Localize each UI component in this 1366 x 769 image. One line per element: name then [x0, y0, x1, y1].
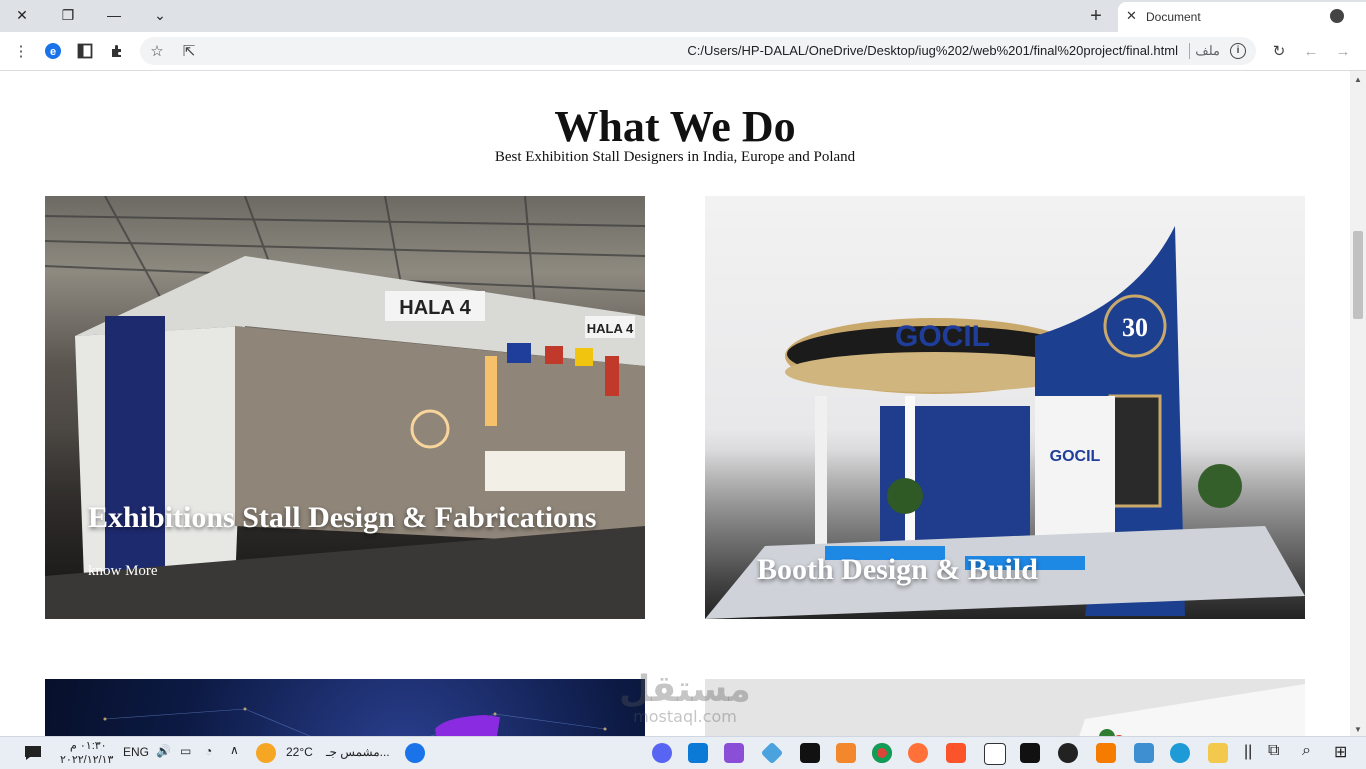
extension-logo-icon[interactable]: e: [42, 40, 64, 62]
bookmark-star-icon[interactable]: ☆: [146, 40, 168, 62]
volume-icon[interactable]: 🔊: [156, 744, 171, 758]
network-globe-image: [103, 707, 607, 736]
section-subheading: Best Exhibition Stall Designers in India…: [494, 149, 856, 165]
xm-app-icon[interactable]: [1020, 743, 1040, 763]
weather-description[interactable]: مشمس جـ...: [326, 745, 390, 759]
info-icon[interactable]: i: [1230, 43, 1246, 59]
service-card-booth[interactable]: GOCIL 30 GOCIL Booth Design & Build: [705, 196, 1305, 619]
tab-search-chevron-icon[interactable]: ⌄: [138, 0, 182, 30]
task-view-icon[interactable]: ⧉: [1268, 742, 1279, 760]
sidebar-icon[interactable]: [74, 40, 96, 62]
obs-icon[interactable]: [1058, 743, 1078, 763]
close-window-icon[interactable]: ✕: [0, 0, 44, 30]
task-view-divider-icon: ||: [1244, 743, 1253, 760]
scroll-thumb[interactable]: [1353, 231, 1363, 319]
service-card-digital[interactable]: [45, 679, 645, 736]
monitor-icon[interactable]: [1134, 743, 1154, 763]
section-heading: What We Do: [554, 102, 796, 151]
svg-text:HALA 4: HALA 4: [587, 321, 634, 336]
svg-text:e: e: [50, 46, 56, 58]
card-title: Booth Design & Build: [757, 553, 1038, 586]
start-menu-icon[interactable]: ⊞: [1334, 742, 1347, 762]
card-title: Exhibitions Stall Design & Fabrications: [88, 501, 597, 534]
battery-icon[interactable]: ▭: [180, 744, 191, 758]
globe-icon: [1330, 9, 1344, 23]
svg-text:GOCIL: GOCIL: [895, 320, 990, 353]
service-card-print[interactable]: [705, 679, 1305, 736]
notifications-icon[interactable]: [22, 742, 44, 764]
clock-date[interactable]: ٢٠٢٢/١٢/١٣: [60, 753, 113, 766]
exhibition-hall-image: HALA 4 HALA 4: [45, 196, 645, 619]
service-card-exhibitions[interactable]: HALA 4 HALA 4 Exhibitions Stall Design &…: [45, 196, 645, 619]
language-indicator[interactable]: ENG: [123, 745, 149, 759]
tray-chevron-up-icon[interactable]: ∧: [230, 743, 239, 757]
watermark-arabic: مستقل: [619, 669, 751, 710]
sublime-icon[interactable]: [836, 743, 856, 763]
visual-studio-icon[interactable]: [724, 743, 744, 763]
bing-icon[interactable]: [984, 743, 1006, 765]
reload-icon[interactable]: ↻: [1268, 40, 1290, 62]
tab-document[interactable]: ✕ Document: [1118, 2, 1366, 32]
firefox-icon[interactable]: [908, 743, 928, 763]
file-explorer-icon[interactable]: [1208, 743, 1228, 763]
forward-arrow-icon[interactable]: →: [1332, 40, 1354, 62]
chrome-icon[interactable]: [872, 743, 892, 763]
weather-sun-icon[interactable]: [256, 743, 276, 763]
wifi-icon[interactable]: ◔: [205, 744, 212, 758]
svg-text:HALA 4: HALA 4: [399, 297, 471, 319]
app-cube-icon[interactable]: [760, 741, 784, 765]
brave-icon[interactable]: [946, 743, 966, 763]
scroll-down-arrow-icon[interactable]: ▼: [1354, 725, 1362, 734]
tab-strip: ✕ ❐ — ⌄ + ✕ Document: [0, 0, 1366, 32]
search-icon[interactable]: ⌕: [1302, 742, 1311, 760]
scroll-up-arrow-icon[interactable]: ▲: [1354, 75, 1362, 84]
edge-icon[interactable]: [1170, 743, 1190, 763]
svg-text:GOCIL: GOCIL: [1050, 448, 1101, 465]
page-viewport: What We Do Best Exhibition Stall Designe…: [0, 71, 1350, 736]
extensions-puzzle-icon[interactable]: [106, 40, 128, 62]
site-info-label[interactable]: ملف: [1195, 43, 1220, 59]
svg-text:30: 30: [1122, 313, 1148, 342]
discord-icon[interactable]: [652, 743, 672, 763]
xampp-icon[interactable]: [1096, 743, 1116, 763]
page-scrollbar[interactable]: ▲ ▼: [1350, 71, 1366, 736]
menu-kebab-icon[interactable]: ⋮: [10, 40, 32, 62]
back-arrow-icon[interactable]: ←: [1300, 40, 1322, 62]
know-more-link[interactable]: know More: [88, 563, 158, 580]
watermark: مستقل mostaql.com: [600, 672, 770, 726]
temperature[interactable]: 22°C: [286, 745, 313, 759]
tab-close-icon[interactable]: ✕: [1126, 8, 1137, 24]
browser-toolbar: ⋮ e ☆ ⇱ C:/Users/HP-DALAL/OneDrive/Deskt…: [0, 32, 1366, 71]
windows-taskbar: ٠١:٣٠ م ٢٠٢٢/١٢/١٣ ENG 🔊 ▭ ◔ ∧ 22°C مشمس…: [0, 736, 1366, 769]
print-material-image: [1079, 684, 1305, 736]
share-icon[interactable]: ⇱: [178, 40, 200, 62]
url-text[interactable]: C:/Users/HP-DALAL/OneDrive/Desktop/iug%2…: [687, 43, 1178, 58]
address-bar[interactable]: ☆ ⇱ C:/Users/HP-DALAL/OneDrive/Desktop/i…: [140, 37, 1256, 65]
vscode-icon[interactable]: [688, 743, 708, 763]
intellij-icon[interactable]: [800, 743, 820, 763]
help-icon[interactable]: [405, 743, 425, 763]
omnibox-divider: [1189, 43, 1190, 59]
tab-title: Document: [1146, 10, 1201, 24]
watermark-latin: mostaql.com: [633, 707, 737, 726]
restore-window-icon[interactable]: ❐: [46, 0, 90, 30]
clock-time[interactable]: ٠١:٣٠ م: [70, 739, 107, 752]
new-tab-plus-icon[interactable]: +: [1082, 4, 1110, 28]
minimize-window-icon[interactable]: —: [92, 0, 136, 30]
